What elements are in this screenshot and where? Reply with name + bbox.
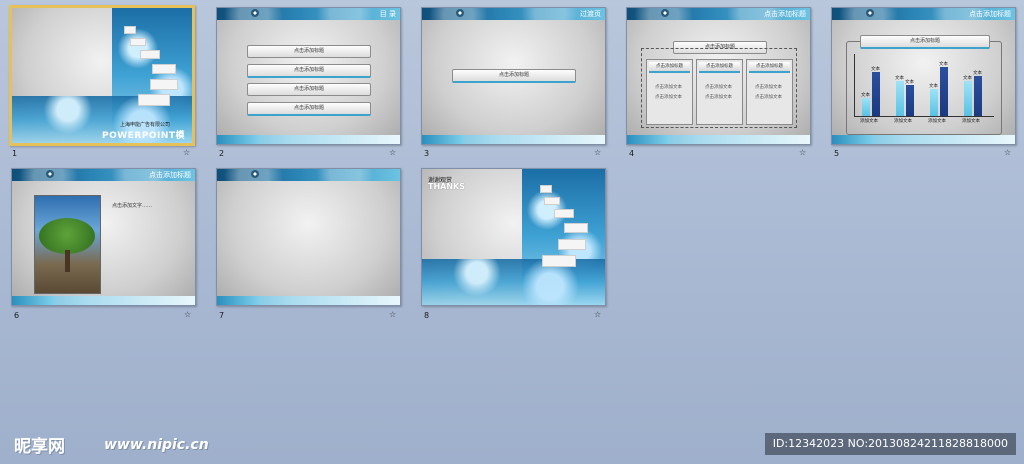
slide-number: 8 <box>424 311 430 320</box>
star-icon[interactable]: ☆ <box>799 148 806 157</box>
slide-number: 5 <box>834 149 840 158</box>
slide-number: 7 <box>219 311 225 320</box>
chart-bar <box>872 71 880 116</box>
diagram-panel: 点击添加标题 点击添加文本 点击添加文本 <box>646 59 693 125</box>
chart-category-label: 添加文本 <box>860 119 878 124</box>
company-subtitle: 上海申能广告有限公司 <box>120 122 171 128</box>
star-icon[interactable]: ☆ <box>594 148 601 157</box>
thanks-line-2: THANKS <box>428 182 465 191</box>
slide-thumbnail-4[interactable]: 点击添加标题 点击添加标题 点击添加标题 点击添加文本 点击添加文本 点击添加标… <box>626 7 811 145</box>
panel-title: 点击添加标题 <box>699 62 740 73</box>
diagram-panel: 点击添加标题 点击添加文本 点击添加文本 <box>746 59 793 125</box>
panel-title: 点击添加标题 <box>749 62 790 73</box>
chart-category-label: 添加文本 <box>962 119 980 124</box>
chart-bar <box>906 85 914 116</box>
slide-header: 过渡页 <box>580 10 601 18</box>
slide-thumbnail-1[interactable]: 上海申能广告有限公司 POWERPOINT模板 <box>9 5 195 146</box>
panel-text: 点击添加文本 <box>655 95 682 100</box>
star-icon[interactable]: ☆ <box>389 148 396 157</box>
tree-photo <box>34 195 101 294</box>
slide-thumbnail-5[interactable]: 点击添加标题 点击添加标题 文本 文本 添加文本 文本 文本 添加文本 文本 文本 添加文本 文本… <box>831 7 1016 145</box>
diagram-panel: 点击添加标题 点击添加文本 点击添加文本 <box>696 59 743 125</box>
star-icon[interactable]: ☆ <box>184 310 191 319</box>
panel-text: 点击添加文本 <box>755 85 782 90</box>
chart-data-label: 文本 <box>905 80 914 85</box>
header-bar: 目 录 <box>217 8 400 20</box>
chart-data-label: 文本 <box>871 66 880 72</box>
slide-number: 4 <box>629 149 635 158</box>
transition-button: 点击添加标题 <box>452 69 576 83</box>
footer-bar <box>832 135 1015 144</box>
chart-data-label: 文本 <box>973 71 982 77</box>
footer-bar <box>217 135 400 144</box>
header-bar: 点击添加标题 <box>627 8 810 20</box>
star-icon[interactable]: ☆ <box>183 148 190 157</box>
header-bar: 过渡页 <box>422 8 605 20</box>
chart-data-label: 文本 <box>895 75 904 81</box>
toc-item: 点击添加标题 <box>247 102 371 116</box>
chart-category-label: 添加文本 <box>894 119 912 124</box>
chart-bar <box>896 80 904 116</box>
chart-bar <box>974 76 982 116</box>
slide-thumbnail-8[interactable]: 谢谢观赏 THANKS <box>421 168 606 306</box>
presentation-title: POWERPOINT模板 <box>102 131 186 141</box>
slide-thumbnail-7[interactable] <box>216 168 401 306</box>
chart-bar <box>940 67 948 116</box>
slide-number: 2 <box>219 149 225 158</box>
slide-header: 点击添加标题 <box>149 171 191 179</box>
slide-thumbnail-6[interactable]: 点击添加标题 点击添加文字…… <box>11 168 196 306</box>
chart-data-label: 文本 <box>929 84 938 90</box>
chart-bar <box>862 98 870 116</box>
chart-bar <box>964 80 972 116</box>
watermark-logo: 昵享网 <box>14 437 65 457</box>
body-text: 点击添加文字…… <box>112 203 153 209</box>
slide-header: 目 录 <box>379 10 396 18</box>
logo-icon <box>456 9 464 17</box>
footer-bar <box>627 135 810 144</box>
panel-text: 点击添加文本 <box>705 95 732 100</box>
logo-icon <box>661 9 669 17</box>
chart-category-label: 添加文本 <box>928 119 946 124</box>
logo-icon <box>251 9 259 17</box>
header-bar: 点击添加标题 <box>12 169 195 181</box>
chart-bar <box>930 89 938 116</box>
footer-bar <box>12 296 195 305</box>
footer-bar <box>422 135 605 144</box>
star-icon[interactable]: ☆ <box>389 310 396 319</box>
header-bar <box>217 169 400 181</box>
image-id-badge: ID:12342023 NO:20130824211828818000 <box>764 433 1016 455</box>
logo-icon <box>251 170 259 178</box>
logo-icon <box>46 170 54 178</box>
chart-y-axis <box>854 54 855 116</box>
chart-x-axis <box>854 116 994 117</box>
star-icon[interactable]: ☆ <box>1004 148 1011 157</box>
slide-header: 点击添加标题 <box>764 10 806 18</box>
slide-number: 6 <box>14 311 20 320</box>
toc-item: 点击添加标题 <box>247 83 371 96</box>
footer-bar <box>217 296 400 305</box>
watermark-url: www.nipic.cn <box>104 437 209 453</box>
toc-item: 点击添加标题 <box>247 64 371 78</box>
slide-thumbnail-2[interactable]: 目 录 点击添加标题 点击添加标题 点击添加标题 点击添加标题 <box>216 7 401 145</box>
chart-data-label: 文本 <box>861 93 870 99</box>
panel-text: 点击添加文本 <box>755 95 782 100</box>
toc-item: 点击添加标题 <box>247 45 371 58</box>
panel-text: 点击添加文本 <box>705 85 732 90</box>
chart-data-label: 文本 <box>963 75 972 81</box>
slide-number: 3 <box>424 149 430 158</box>
chart-data-label: 文本 <box>939 62 948 68</box>
sky-band <box>422 259 605 305</box>
star-icon[interactable]: ☆ <box>594 310 601 319</box>
panel-text: 点击添加文本 <box>655 85 682 90</box>
panel-title: 点击添加标题 <box>649 62 690 73</box>
slide-thumbnail-3[interactable]: 过渡页 点击添加标题 <box>421 7 606 145</box>
slide-number: 1 <box>12 149 18 158</box>
bar-chart: 文本 文本 添加文本 文本 文本 添加文本 文本 文本 添加文本 文本 文本 添加文本 <box>832 8 1015 144</box>
